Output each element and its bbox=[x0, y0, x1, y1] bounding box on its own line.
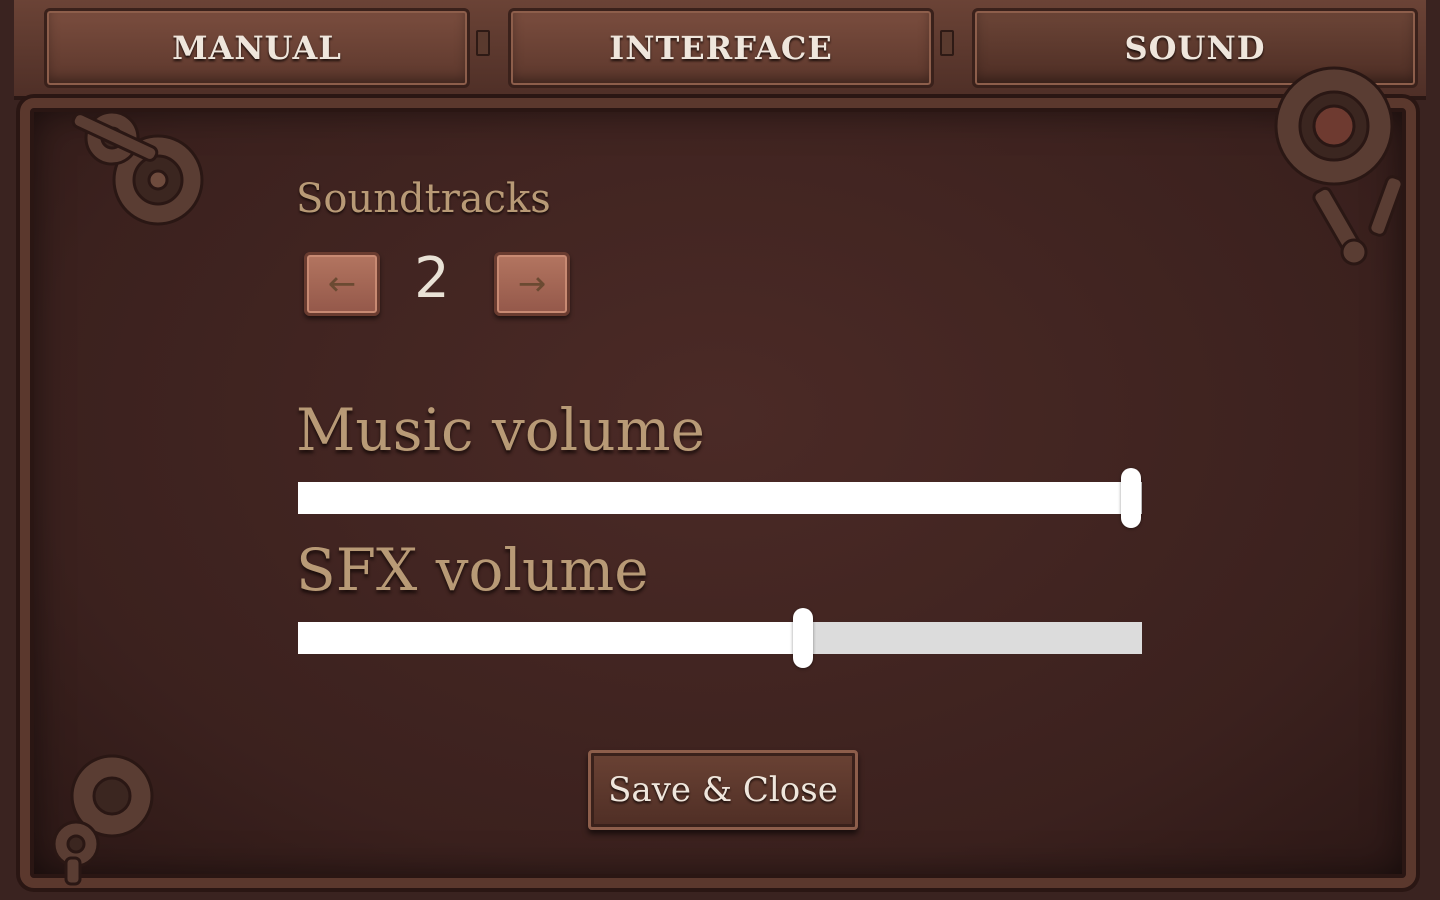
tab-manual[interactable]: MANUAL bbox=[44, 8, 470, 88]
tab-interface[interactable]: INTERFACE bbox=[508, 8, 934, 88]
save-close-button[interactable]: Save & Close bbox=[588, 750, 858, 830]
arrow-left-icon: ← bbox=[327, 264, 357, 304]
gear-icon bbox=[71, 110, 204, 226]
slider-fill bbox=[298, 622, 803, 654]
tab-divider bbox=[476, 30, 490, 56]
slider-thumb[interactable] bbox=[1121, 468, 1142, 528]
prev-track-button[interactable]: ← bbox=[304, 252, 380, 316]
next-track-button[interactable]: → bbox=[494, 252, 570, 316]
music-volume-slider[interactable] bbox=[298, 468, 1142, 528]
tab-divider bbox=[940, 30, 954, 56]
music-volume-label: Music volume bbox=[296, 396, 705, 464]
gear-icon bbox=[1274, 66, 1404, 266]
gear-icon bbox=[52, 754, 154, 886]
tab-bar: MANUAL INTERFACE SOUND bbox=[14, 0, 1426, 100]
sfx-volume-label: SFX volume bbox=[296, 536, 649, 604]
arrow-right-icon: → bbox=[517, 264, 547, 304]
slider-thumb[interactable] bbox=[792, 608, 813, 668]
soundtrack-number: 2 bbox=[414, 246, 450, 311]
sfx-volume-slider[interactable] bbox=[298, 608, 1142, 668]
soundtracks-label: Soundtracks bbox=[296, 176, 551, 222]
slider-fill bbox=[298, 482, 1132, 514]
